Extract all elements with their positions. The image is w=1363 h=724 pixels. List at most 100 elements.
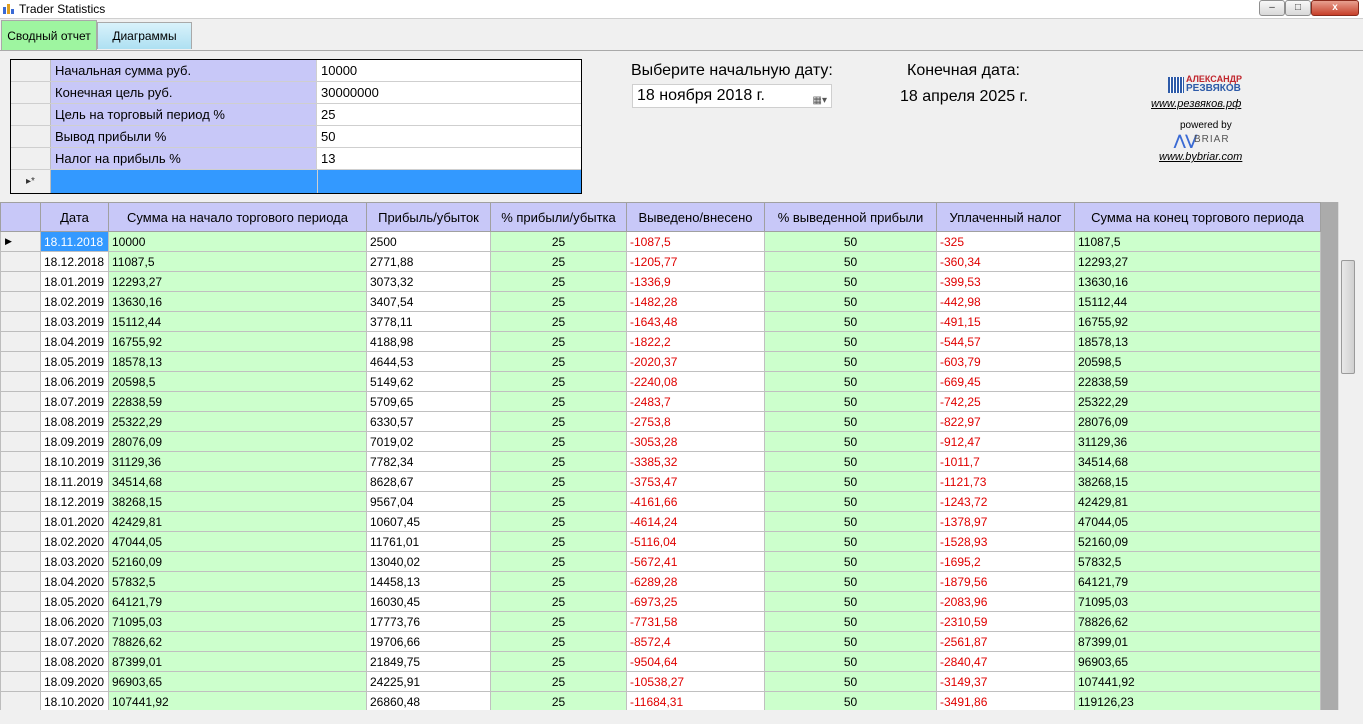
row-header[interactable] <box>0 351 41 372</box>
table-cell[interactable]: 11087,5 <box>1074 231 1321 252</box>
table-cell[interactable]: 25 <box>490 471 627 492</box>
briar-link[interactable]: www.bybriar.com <box>1159 151 1242 163</box>
table-cell[interactable]: 50 <box>764 291 937 312</box>
table-cell[interactable]: 18.02.2019 <box>40 291 109 312</box>
table-cell[interactable]: 25 <box>490 611 627 632</box>
col-header-end-sum[interactable]: Сумма на конец торгового периода <box>1074 202 1321 232</box>
table-cell[interactable]: -8572,4 <box>626 631 765 652</box>
col-header-tax[interactable]: Уплаченный налог <box>936 202 1075 232</box>
row-header[interactable] <box>0 591 41 612</box>
table-cell[interactable]: 25 <box>490 671 627 692</box>
table-cell[interactable]: -2020,37 <box>626 351 765 372</box>
table-cell[interactable]: 38268,15 <box>1074 471 1321 492</box>
tab-summary[interactable]: Сводный отчет <box>1 20 97 50</box>
table-cell[interactable]: 50 <box>764 451 937 472</box>
table-cell[interactable]: 42429,81 <box>108 511 367 532</box>
table-cell[interactable]: 25 <box>490 351 627 372</box>
table-cell[interactable]: 18.11.2018 <box>40 231 109 252</box>
table-cell[interactable]: -1643,48 <box>626 311 765 332</box>
table-cell[interactable]: -3753,47 <box>626 471 765 492</box>
row-header[interactable] <box>11 148 51 169</box>
table-cell[interactable]: -603,79 <box>936 351 1075 372</box>
table-cell[interactable]: -2483,7 <box>626 391 765 412</box>
table-cell[interactable]: 18.10.2019 <box>40 451 109 472</box>
table-row[interactable]: 18.11.2019 34514,68 8628,67 25 -3753,47 50 -11… <box>0 471 1321 492</box>
vertical-scrollbar[interactable] <box>1338 202 1356 710</box>
table-row[interactable]: 18.07.2020 78826,62 19706,66 25 -8572,4 50 -25… <box>0 631 1321 652</box>
table-cell[interactable]: 18.11.2019 <box>40 471 109 492</box>
row-header[interactable] <box>0 691 41 710</box>
table-cell[interactable]: -544,57 <box>936 331 1075 352</box>
col-header-withdrawn[interactable]: Выведено/внесено <box>626 202 765 232</box>
table-cell[interactable]: 107441,92 <box>108 691 367 710</box>
table-cell[interactable]: 20598,5 <box>108 371 367 392</box>
table-cell[interactable]: -10538,27 <box>626 671 765 692</box>
table-cell[interactable]: 21849,75 <box>366 651 491 672</box>
table-cell[interactable]: 57832,5 <box>1074 551 1321 572</box>
table-cell[interactable]: 13040,02 <box>366 551 491 572</box>
table-cell[interactable]: 8628,67 <box>366 471 491 492</box>
table-cell[interactable]: 25 <box>490 251 627 272</box>
table-cell[interactable]: -5672,41 <box>626 551 765 572</box>
table-cell[interactable]: -7731,58 <box>626 611 765 632</box>
table-cell[interactable]: -1695,2 <box>936 551 1075 572</box>
table-cell[interactable]: 18.01.2019 <box>40 271 109 292</box>
table-cell[interactable]: 28076,09 <box>108 431 367 452</box>
row-header[interactable] <box>0 671 41 692</box>
table-cell[interactable]: 15112,44 <box>1074 291 1321 312</box>
table-cell[interactable]: -3385,32 <box>626 451 765 472</box>
table-cell[interactable]: -6289,28 <box>626 571 765 592</box>
maximize-button[interactable]: □ <box>1285 0 1311 16</box>
table-cell[interactable]: -669,45 <box>936 371 1075 392</box>
table-cell[interactable]: 50 <box>764 371 937 392</box>
table-cell[interactable]: -2840,47 <box>936 651 1075 672</box>
table-cell[interactable]: -3149,37 <box>936 671 1075 692</box>
table-row[interactable]: ▶ 18.11.2018 10000 2500 25 -1087,5 50 -325 11087… <box>0 231 1321 252</box>
param-value-period-target[interactable]: 25 <box>317 104 581 125</box>
table-cell[interactable]: 50 <box>764 531 937 552</box>
table-cell[interactable]: 9567,04 <box>366 491 491 512</box>
tab-charts[interactable]: Диаграммы <box>97 22 192 49</box>
table-cell[interactable]: -360,34 <box>936 251 1075 272</box>
table-cell[interactable]: 50 <box>764 671 937 692</box>
table-cell[interactable]: 18.06.2019 <box>40 371 109 392</box>
table-cell[interactable]: 25322,29 <box>108 411 367 432</box>
table-cell[interactable]: 20598,5 <box>1074 351 1321 372</box>
table-cell[interactable]: 16755,92 <box>1074 311 1321 332</box>
table-cell[interactable]: 2500 <box>366 231 491 252</box>
row-header[interactable] <box>0 291 41 312</box>
table-cell[interactable]: 25 <box>490 651 627 672</box>
col-header-start-sum[interactable]: Сумма на начало торгового периода <box>108 202 367 232</box>
table-cell[interactable]: 15112,44 <box>108 311 367 332</box>
table-cell[interactable]: 50 <box>764 311 937 332</box>
table-cell[interactable]: -1482,28 <box>626 291 765 312</box>
table-cell[interactable]: 22838,59 <box>108 391 367 412</box>
table-cell[interactable]: 57832,5 <box>108 571 367 592</box>
table-cell[interactable]: 7782,34 <box>366 451 491 472</box>
table-cell[interactable]: 50 <box>764 331 937 352</box>
table-cell[interactable]: 18.08.2019 <box>40 411 109 432</box>
table-cell[interactable]: 16755,92 <box>108 331 367 352</box>
table-cell[interactable]: 25 <box>490 371 627 392</box>
table-cell[interactable]: 50 <box>764 351 937 372</box>
table-row[interactable]: 18.01.2020 42429,81 10607,45 25 -4614,24 50 -1… <box>0 511 1321 532</box>
start-date-picker[interactable]: 18 ноября 2018 г. ▦▾ <box>632 84 832 108</box>
table-cell[interactable]: 52160,09 <box>1074 531 1321 552</box>
table-cell[interactable]: 13630,16 <box>1074 271 1321 292</box>
row-header[interactable] <box>0 431 41 452</box>
table-cell[interactable]: -1205,77 <box>626 251 765 272</box>
table-row[interactable]: 18.06.2019 20598,5 5149,62 25 -2240,08 50 -669… <box>0 371 1321 392</box>
table-cell[interactable]: 96903,65 <box>108 671 367 692</box>
col-header-withdrawn-percent[interactable]: % выведенной прибыли <box>764 202 937 232</box>
row-header[interactable] <box>0 391 41 412</box>
table-cell[interactable]: 18.07.2019 <box>40 391 109 412</box>
table-cell[interactable]: 25 <box>490 451 627 472</box>
table-cell[interactable]: 25 <box>490 571 627 592</box>
table-row[interactable]: 18.10.2020 107441,92 26860,48 25 -11684,31 50… <box>0 691 1321 710</box>
table-cell[interactable]: 42429,81 <box>1074 491 1321 512</box>
table-cell[interactable]: 18.06.2020 <box>40 611 109 632</box>
table-cell[interactable]: 18.12.2018 <box>40 251 109 272</box>
row-header[interactable] <box>0 651 41 672</box>
table-row[interactable]: 18.02.2019 13630,16 3407,54 25 -1482,28 50 -44… <box>0 291 1321 312</box>
rezvyakov-link[interactable]: www.резвяков.рф <box>1151 98 1241 110</box>
